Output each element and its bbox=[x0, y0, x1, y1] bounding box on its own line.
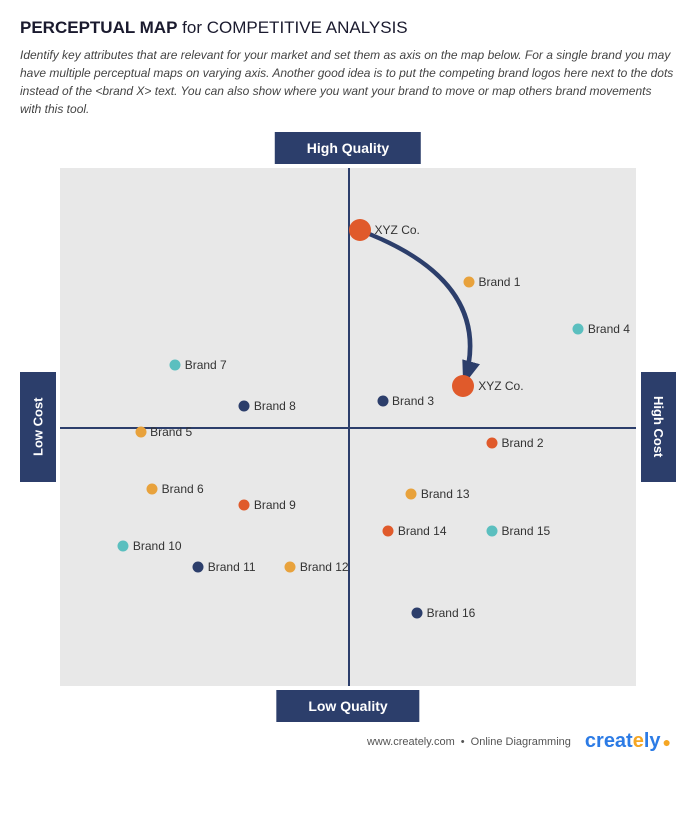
brand-dot-brand7 bbox=[170, 359, 181, 370]
brand-dot-brand16 bbox=[412, 608, 423, 619]
perceptual-map: High Quality Low Quality Low Cost High C… bbox=[20, 132, 676, 722]
brand-dot-brand10 bbox=[118, 541, 129, 552]
axis-label-left: Low Cost bbox=[20, 372, 56, 482]
brand-label-brand10: Brand 10 bbox=[133, 539, 182, 553]
page-title: PERCEPTUAL MAP for COMPETITIVE ANALYSIS bbox=[20, 18, 676, 38]
brand-label-brand15: Brand 15 bbox=[502, 524, 551, 538]
footer-separator: • bbox=[461, 736, 465, 748]
brand-label-brand2: Brand 2 bbox=[502, 436, 544, 450]
footer-logo-icon: ● bbox=[663, 734, 671, 750]
brand-dot-brand8 bbox=[239, 401, 250, 412]
brand-dot-brand13 bbox=[406, 489, 417, 500]
brand-label-brand13: Brand 13 bbox=[421, 487, 470, 501]
description-text: Identify key attributes that are relevan… bbox=[20, 46, 676, 118]
brand-label-brand8: Brand 8 bbox=[254, 399, 296, 413]
brand-dot-xyz2 bbox=[452, 375, 474, 397]
footer: www.creately.com • Online Diagramming cr… bbox=[20, 730, 676, 753]
footer-url: www.creately.com bbox=[367, 736, 455, 748]
brand-label-brand11: Brand 11 bbox=[208, 560, 256, 574]
axis-label-bottom: Low Quality bbox=[276, 690, 419, 722]
brand-label-brand9: Brand 9 bbox=[254, 498, 296, 512]
brand-dot-brand6 bbox=[147, 484, 158, 495]
brand-dot-brand12 bbox=[285, 561, 296, 572]
brand-label-brand14: Brand 14 bbox=[398, 524, 447, 538]
map-inner: XYZ Co. Brand 1 Brand 4 XYZ Co. Brand 3 Brand… bbox=[60, 168, 636, 686]
brand-label-brand4: Brand 4 bbox=[588, 322, 630, 336]
page-container: PERCEPTUAL MAP for COMPETITIVE ANALYSIS … bbox=[0, 0, 696, 815]
brand-label-brand1: Brand 1 bbox=[478, 275, 520, 289]
brand-label-brand3: Brand 3 bbox=[392, 394, 434, 408]
title-sub: for COMPETITIVE ANALYSIS bbox=[177, 18, 407, 37]
brand-label-xyz1: XYZ Co. bbox=[375, 223, 420, 237]
brand-dot-xyz1 bbox=[349, 219, 371, 241]
brand-label-brand6: Brand 6 bbox=[162, 482, 204, 496]
brand-label-brand16: Brand 16 bbox=[427, 606, 476, 620]
title-main: PERCEPTUAL MAP bbox=[20, 18, 177, 37]
brand-label-brand7: Brand 7 bbox=[185, 358, 227, 372]
axis-label-right: High Cost bbox=[641, 372, 676, 482]
brand-dot-brand3 bbox=[377, 396, 388, 407]
brand-dot-brand5 bbox=[135, 427, 146, 438]
vertical-axis-line bbox=[348, 168, 350, 686]
footer-tagline: Online Diagramming bbox=[471, 736, 571, 748]
brand-label-xyz2: XYZ Co. bbox=[478, 379, 523, 393]
axis-label-top: High Quality bbox=[275, 132, 421, 164]
brand-dot-brand15 bbox=[487, 525, 498, 536]
brand-label-brand12: Brand 12 bbox=[300, 560, 349, 574]
brand-label-brand5: Brand 5 bbox=[150, 425, 192, 439]
brand-dot-brand2 bbox=[487, 437, 498, 448]
footer-logo-area: creately ● bbox=[585, 730, 671, 753]
footer-logo-text: creately bbox=[585, 730, 661, 753]
brand-dot-brand4 bbox=[573, 323, 584, 334]
brand-dot-brand1 bbox=[463, 276, 474, 287]
brand-dot-brand11 bbox=[193, 561, 204, 572]
brand-dot-brand14 bbox=[383, 525, 394, 536]
brand-dot-brand9 bbox=[239, 499, 250, 510]
